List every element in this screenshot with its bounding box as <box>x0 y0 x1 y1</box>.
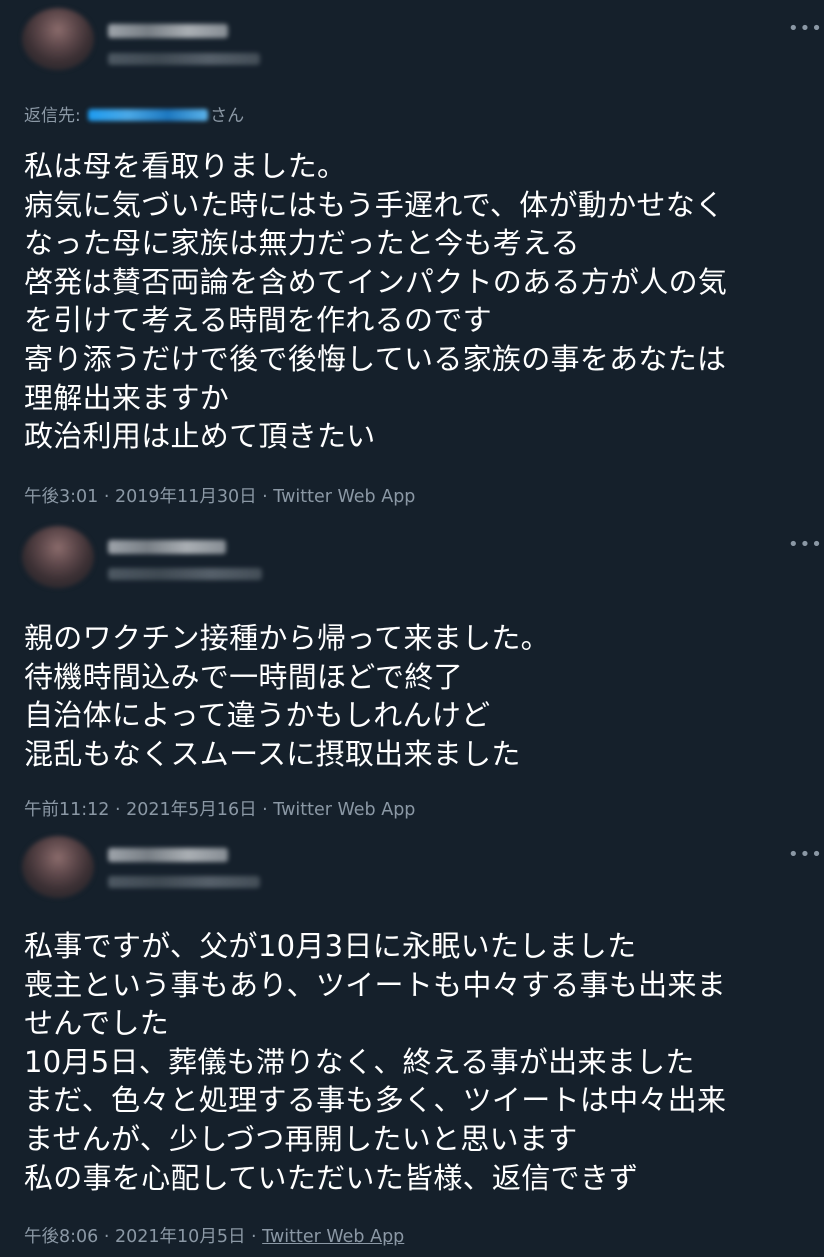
more-options-icon[interactable]: ••• <box>788 846 822 864</box>
tweet-time[interactable]: 午前11:12 <box>24 800 109 820</box>
meta-separator: · <box>109 800 127 820</box>
meta-separator: · <box>245 1227 263 1247</box>
tweet-time[interactable]: 午後8:06 <box>24 1227 98 1247</box>
reply-to-handle-redacted[interactable] <box>88 108 209 121</box>
tweet-1[interactable]: ••• 返信先: さん 私は母を看取りました。 病気に気づいた時にはもう手遅れで… <box>0 0 824 520</box>
source-app-link[interactable]: Twitter Web App <box>273 800 415 820</box>
reply-to-suffix: さん <box>210 106 245 126</box>
tweet-date[interactable]: 2021年5月16日 <box>126 800 256 820</box>
more-options-icon[interactable]: ••• <box>788 20 822 38</box>
avatar[interactable] <box>22 8 94 70</box>
tweet-2[interactable]: ••• 親のワクチン接種から帰って来ました。 待機時間込みで一時間ほどで終了 自… <box>0 520 824 830</box>
tweet-text: 私は母を看取りました。 病気に気づいた時にはもう手遅れで、体が動かせなく なった… <box>24 149 728 454</box>
tweet-time[interactable]: 午後3:01 <box>24 487 98 507</box>
tweet-text: 私事ですが、父が10月3日に永眠いたしました 喪主という事もあり、ツイートも中々… <box>24 929 727 1195</box>
tweet-date[interactable]: 2019年11月30日 <box>115 487 257 507</box>
more-options-icon[interactable]: ••• <box>788 536 822 554</box>
meta-separator: · <box>256 487 274 507</box>
meta-separator: · <box>256 800 274 820</box>
reply-to-line: 返信先: さん <box>24 105 244 127</box>
display-name-redacted[interactable] <box>108 540 226 554</box>
username-redacted <box>108 876 260 888</box>
source-app-link[interactable]: Twitter Web App <box>262 1227 404 1247</box>
tweet-meta: 午前11:12 · 2021年5月16日 · Twitter Web App <box>24 799 415 821</box>
reply-to-prefix: 返信先: <box>24 106 87 126</box>
tweet-meta: 午後3:01 · 2019年11月30日 · Twitter Web App <box>24 486 415 508</box>
display-name-redacted[interactable] <box>108 24 228 38</box>
meta-separator: · <box>98 487 116 507</box>
display-name-redacted[interactable] <box>108 848 228 862</box>
avatar[interactable] <box>22 836 94 898</box>
tweet-3[interactable]: ••• 私事ですが、父が10月3日に永眠いたしました 喪主という事もあり、ツイー… <box>0 830 824 1257</box>
tweet-date[interactable]: 2021年10月5日 <box>115 1227 245 1247</box>
source-app-link[interactable]: Twitter Web App <box>273 487 415 507</box>
tweet-meta: 午後8:06 · 2021年10月5日 · Twitter Web App <box>24 1226 404 1248</box>
avatar[interactable] <box>22 526 94 588</box>
username-redacted <box>108 53 260 65</box>
meta-separator: · <box>98 1227 116 1247</box>
username-redacted <box>108 568 262 580</box>
tweet-text: 親のワクチン接種から帰って来ました。 待機時間込みで一時間ほどで終了 自治体によ… <box>24 621 550 771</box>
